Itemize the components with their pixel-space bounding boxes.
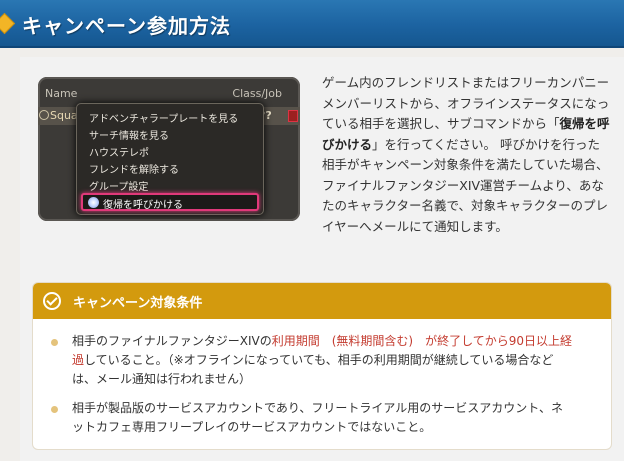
menu-item-group-settings: グループ設定 bbox=[89, 182, 149, 193]
condition-item-1: 相手のファイナルファンタジーXIVの利用期間 (無料期間含む) が終了してから9… bbox=[72, 332, 572, 389]
context-menu: アドベンチャラープレートを見る サーチ情報を見る ハウステレポ フレンドを解除す… bbox=[76, 103, 264, 215]
instructions-text: ゲーム内のフレンドリストまたはフリーカンパニーメンバーリストから、オフラインステ… bbox=[322, 73, 612, 237]
conditions-header: キャンペーン対象条件 bbox=[33, 283, 611, 319]
bullet-icon bbox=[51, 339, 58, 346]
section-header: キャンペーン参加方法 bbox=[0, 0, 624, 48]
conditions-box: キャンペーン対象条件 相手のファイナルファンタジーXIVの利用期間 (無料期間含… bbox=[32, 282, 612, 450]
condition-1-text-b: していること。（※オフラインになっていても、相手の利用期間が継続している場合など… bbox=[72, 353, 554, 386]
game-menu-screenshot: Name Class/Job Squa ?? アドベンチャラープレートを見る サ… bbox=[38, 77, 300, 221]
menu-item-house-teleport: ハウステレポ bbox=[89, 148, 149, 159]
diamond-icon bbox=[0, 12, 16, 35]
menu-item-adventurer-plate: アドベンチャラープレートを見る bbox=[89, 114, 239, 125]
job-badge-icon bbox=[288, 110, 298, 122]
friend-name: Squa bbox=[50, 109, 78, 122]
section-title: キャンペーン参加方法 bbox=[22, 14, 231, 38]
menu-item-remove-friend: フレンドを解除する bbox=[89, 165, 179, 176]
condition-1-text-a: 相手のファイナルファンタジーXIVの bbox=[72, 334, 272, 348]
status-icon bbox=[39, 110, 49, 120]
content-panel: Name Class/Job Squa ?? アドベンチャラープレートを見る サ… bbox=[20, 57, 624, 461]
condition-item-2: 相手が製品版のサービスアカウントであり、フリートライアル用のサービスアカウント、… bbox=[72, 401, 564, 434]
menu-item-call-back-highlighted: 復帰を呼びかける bbox=[81, 193, 259, 211]
bullet-icon bbox=[51, 406, 58, 413]
column-class-label: Class/Job bbox=[232, 87, 282, 100]
check-circle-icon bbox=[43, 292, 61, 310]
call-back-label: 復帰を呼びかける bbox=[103, 200, 183, 211]
conditions-title: キャンペーン対象条件 bbox=[73, 296, 203, 311]
menu-item-search-info: サーチ情報を見る bbox=[89, 131, 169, 142]
flower-icon bbox=[88, 197, 99, 208]
column-name-label: Name bbox=[45, 87, 78, 100]
